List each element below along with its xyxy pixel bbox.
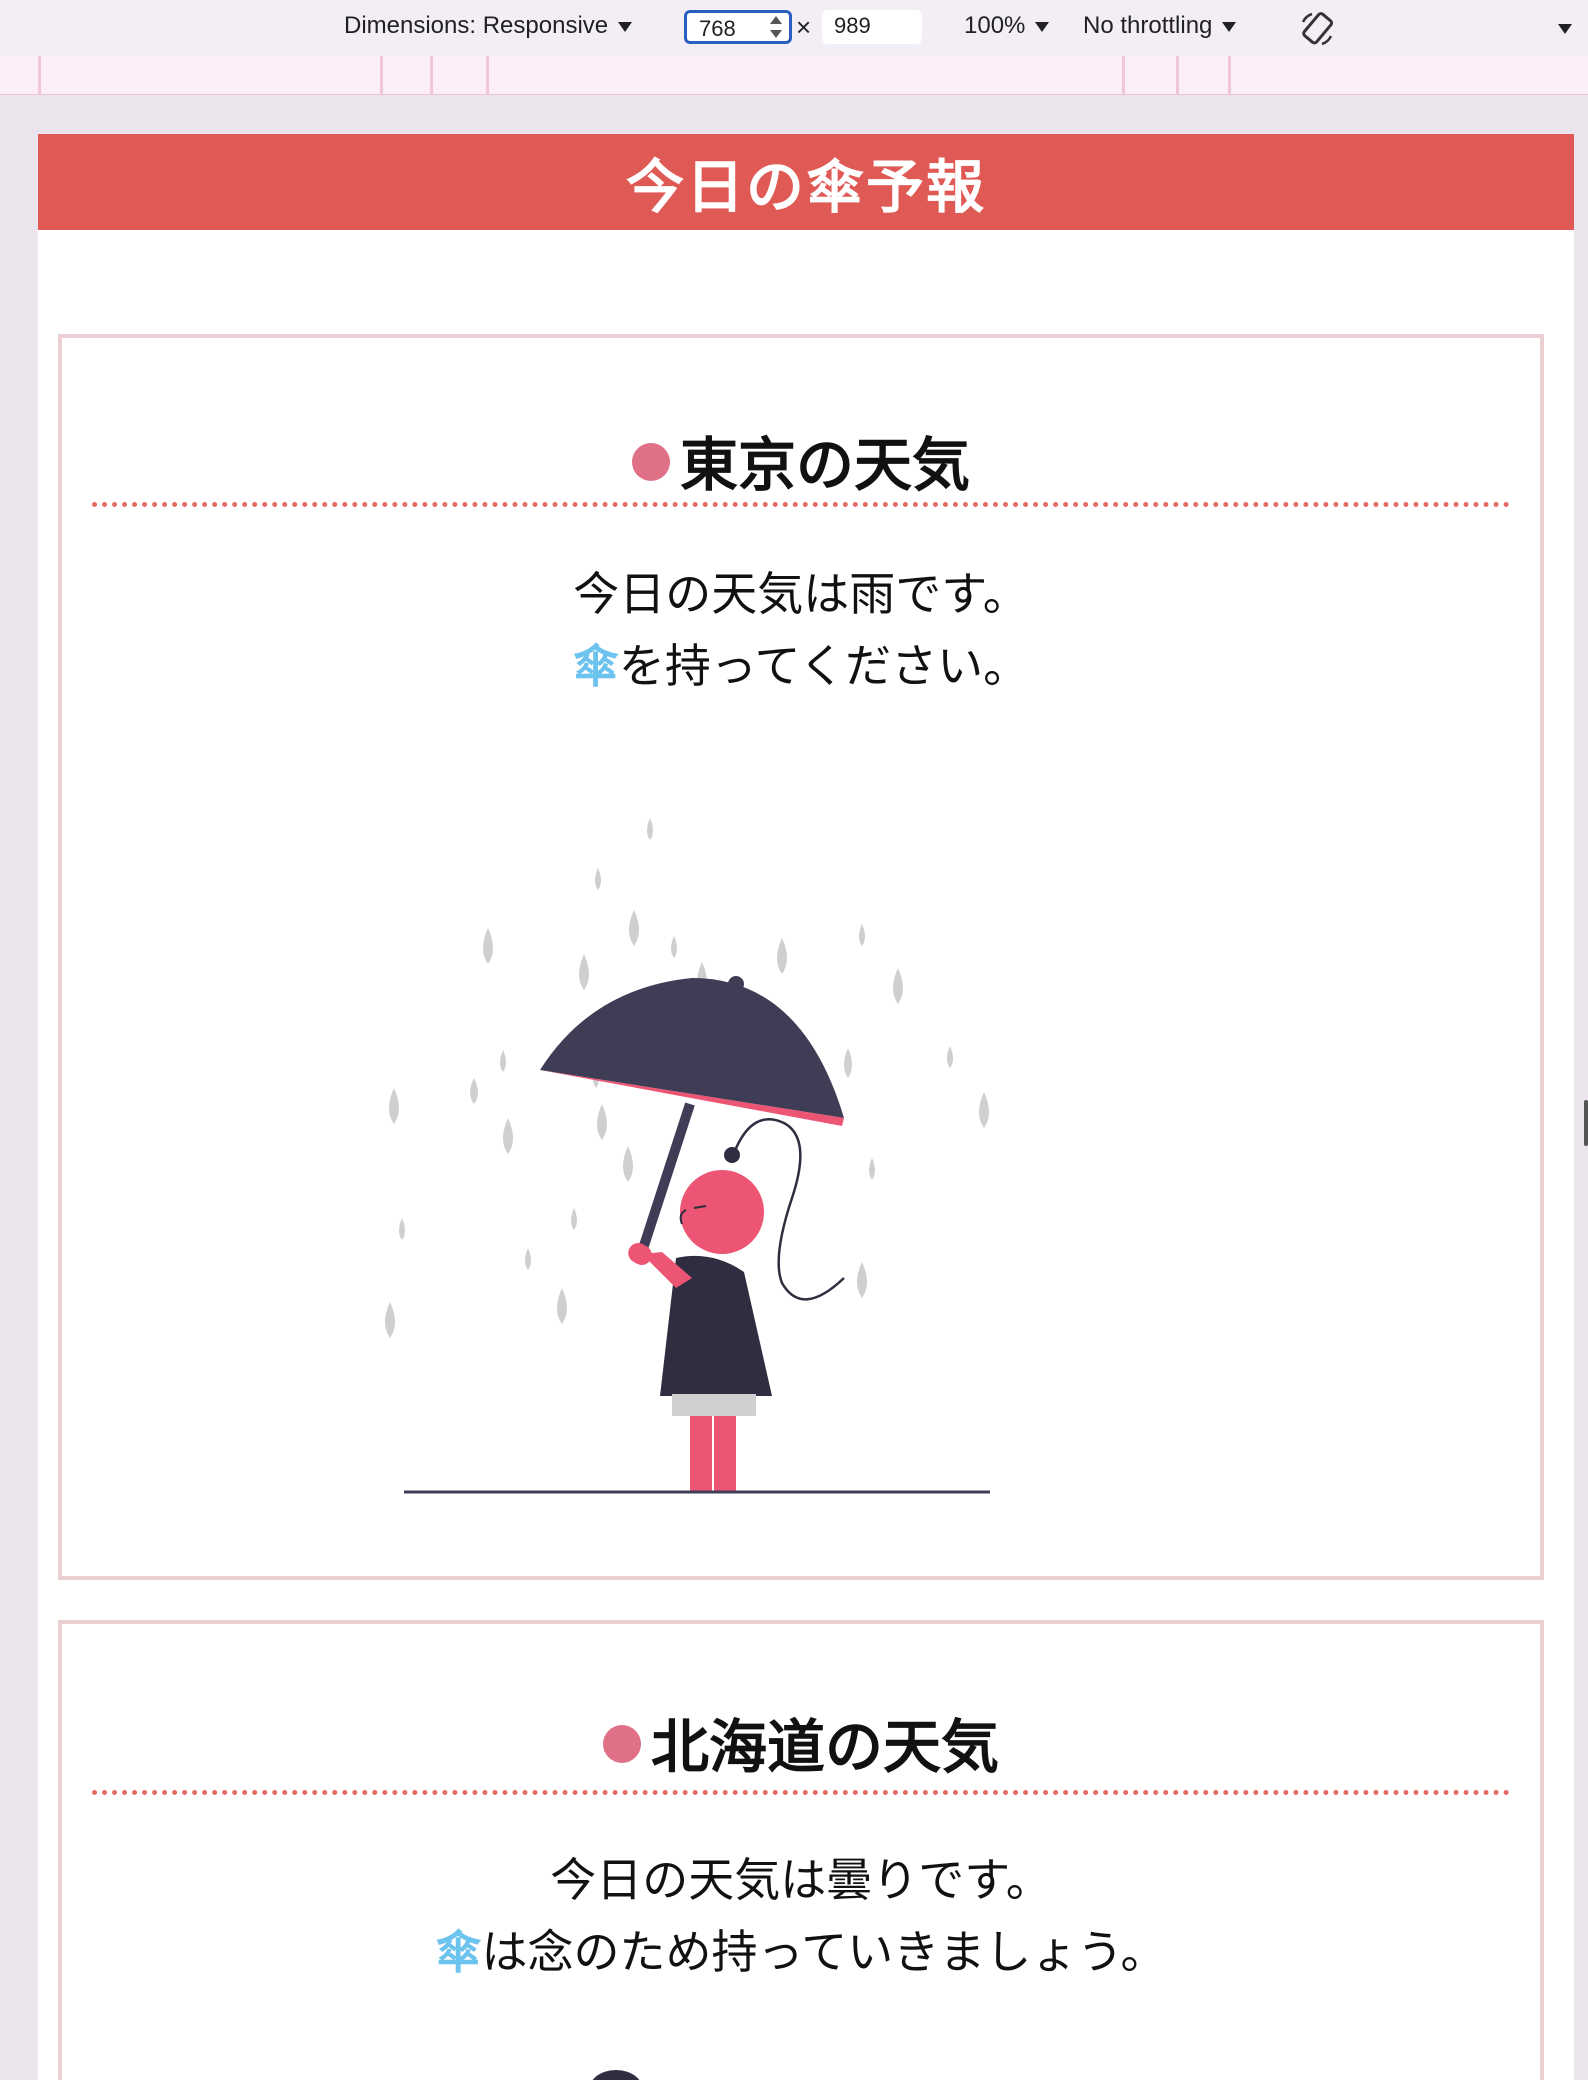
width-input[interactable]: 768 (684, 10, 792, 44)
caret-down-icon (1035, 22, 1050, 32)
dotted-divider (92, 502, 1510, 507)
ruler-marker (1122, 56, 1125, 94)
throttling-label: No throttling (1083, 12, 1213, 39)
weather-message: 今日の天気は曇りです。 傘は念のため持っていきましょう。 (62, 1844, 1540, 1988)
times-symbol: × (796, 12, 812, 42)
dimensions-label: Dimensions: Responsive (344, 12, 609, 39)
site-header: 今日の傘予報 (38, 134, 1574, 230)
woman-umbrella-rain-illustration (385, 818, 990, 1494)
umbrella-word: 傘 (435, 1925, 482, 1979)
weather-line-2-rest: は念のため持っていきましょう。 (481, 1925, 1167, 1979)
bullet-dot-icon (602, 1725, 641, 1763)
dimensions-dropdown[interactable]: Dimensions: Responsive (344, 12, 633, 40)
site-title: 今日の傘予報 (625, 153, 986, 221)
weather-line-1: 今日の天気は曇りです。 (550, 1853, 1052, 1907)
bullet-dot-icon (631, 443, 670, 481)
emulated-viewport: 今日の傘予報 東京の天気 今日の天気は雨です。 傘を持ってください。 北海道の天… (38, 134, 1574, 2080)
weather-line-1: 今日の天気は雨です。 (573, 567, 1029, 621)
spinner-icon[interactable] (769, 16, 783, 38)
ruler-marker (486, 56, 489, 94)
weather-card-tokyo: 東京の天気 今日の天気は雨です。 傘を持ってください。 (58, 334, 1544, 1580)
card-title-text: 北海道の天気 (650, 1713, 999, 1781)
throttling-dropdown[interactable]: No throttling (1083, 12, 1237, 40)
rotate-icon[interactable] (1298, 10, 1336, 48)
height-value: 989 (834, 13, 871, 38)
more-options-caret-icon[interactable] (1558, 24, 1572, 34)
ruler-marker (38, 56, 41, 94)
weather-line-2: 傘は念のため持っていきましょう。 (62, 1916, 1540, 1988)
devtools-device-toolbar: Dimensions: Responsive 768 × 989 100% No… (0, 0, 1588, 57)
card-title-text: 東京の天気 (679, 431, 970, 499)
card-title: 北海道の天気 (92, 1700, 1510, 1784)
partial-illustration (592, 2070, 640, 2080)
caret-down-icon (1222, 22, 1237, 32)
ruler-marker (380, 56, 383, 94)
dotted-divider (92, 1790, 1510, 1795)
weather-line-2: 傘を持ってください。 (62, 630, 1540, 702)
weather-card-hokkaido: 北海道の天気 今日の天気は曇りです。 傘は念のため持っていきましょう。 (58, 1620, 1544, 2080)
weather-line-2-rest: を持ってください。 (618, 639, 1030, 693)
height-input[interactable]: 989 (822, 10, 922, 44)
umbrella-word: 傘 (572, 639, 619, 693)
ruler-marker (1228, 56, 1231, 94)
ruler-marker (430, 56, 433, 94)
zoom-dropdown[interactable]: 100% (964, 12, 1050, 40)
media-query-ruler (0, 56, 1588, 95)
scrollbar-handle[interactable] (1584, 1100, 1588, 1146)
caret-down-icon (618, 22, 633, 32)
zoom-label: 100% (964, 12, 1026, 39)
ruler-marker (1176, 56, 1179, 94)
card-title: 東京の天気 (92, 418, 1510, 502)
weather-message: 今日の天気は雨です。 傘を持ってください。 (62, 558, 1540, 702)
width-value: 768 (699, 16, 736, 41)
